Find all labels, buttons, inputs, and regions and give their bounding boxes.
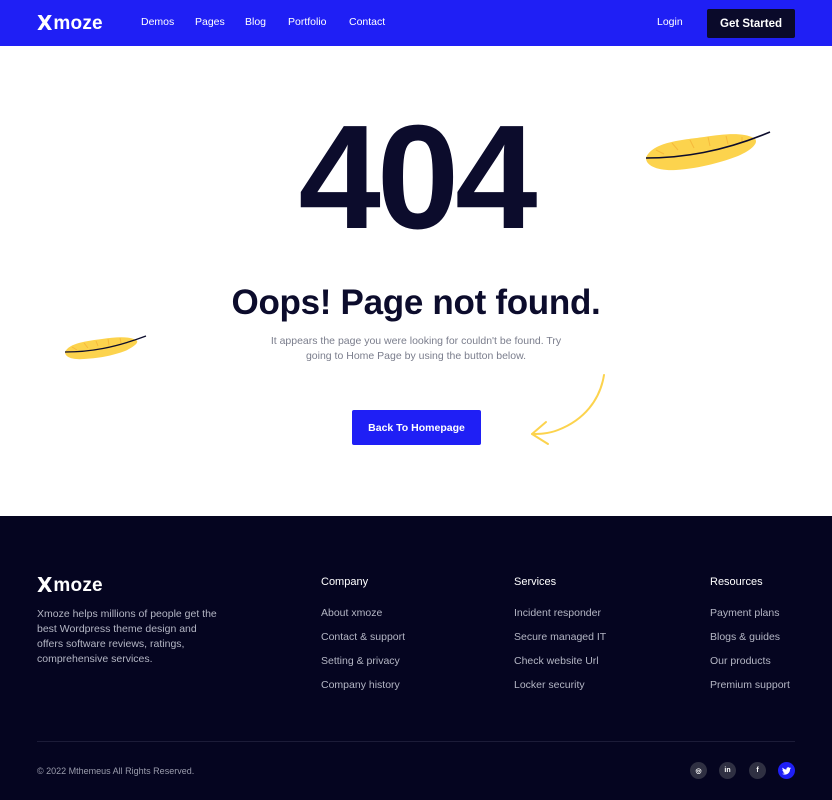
footer-column-company: Company About xmoze Contact & support Se… [321, 576, 405, 703]
nav-item-pages[interactable]: Pages [195, 16, 225, 28]
nav-item-portfolio[interactable]: Portfolio [288, 16, 327, 28]
twitter-bird-icon [782, 766, 791, 775]
logo-mark: X [37, 573, 53, 597]
footer-divider [37, 741, 795, 742]
footer-link[interactable]: Locker security [514, 679, 606, 703]
footer-logo[interactable]: X moze [37, 573, 103, 597]
footer-link[interactable]: Premium support [710, 679, 790, 703]
footer-link[interactable]: Incident responder [514, 607, 606, 631]
footer-link[interactable]: Check website Url [514, 655, 606, 679]
nav-item-blog[interactable]: Blog [245, 16, 266, 28]
curved-arrow-icon [531, 374, 605, 445]
footer-link[interactable]: Payment plans [710, 607, 790, 631]
footer-link[interactable]: Blogs & guides [710, 631, 790, 655]
footer-column-title: Resources [710, 576, 763, 588]
linkedin-icon[interactable]: in [719, 762, 736, 779]
facebook-icon[interactable]: f [749, 762, 766, 779]
footer-description: Xmoze helps millions of people get the b… [37, 608, 217, 665]
login-link[interactable]: Login [657, 16, 683, 28]
footer-column-title: Company [321, 576, 369, 588]
logo-text: moze [53, 12, 103, 34]
svg-text:404: 404 [299, 100, 538, 250]
footer-link[interactable]: Our products [710, 655, 790, 679]
logo-text: moze [53, 574, 103, 596]
twitter-icon[interactable] [778, 762, 795, 779]
footer-link[interactable]: Secure managed IT [514, 631, 606, 655]
feather-icon [645, 131, 771, 171]
footer-column-services: Services Incident responder Secure manag… [514, 576, 606, 703]
feather-icon [64, 335, 147, 360]
get-started-button[interactable]: Get Started [707, 9, 795, 38]
footer-link[interactable]: Company history [321, 679, 405, 703]
error-description: It appears the page you were looking for… [270, 335, 562, 362]
footer-column-resources: Resources Payment plans Blogs & guides O… [710, 576, 790, 703]
footer-link[interactable]: Setting & privacy [321, 655, 405, 679]
brand-logo[interactable]: X moze [37, 11, 103, 35]
footer-column-title: Services [514, 576, 557, 588]
footer-link[interactable]: About xmoze [321, 607, 405, 631]
nav-item-contact[interactable]: Contact [349, 16, 385, 28]
page-title: Oops! Page not found. [231, 283, 601, 322]
back-to-homepage-button[interactable]: Back To Homepage [352, 410, 481, 445]
nav-item-demos[interactable]: Demos [141, 16, 174, 28]
logo-mark: X [37, 11, 53, 35]
copyright-text: © 2022 Mthemeus All Rights Reserved. [37, 766, 195, 776]
instagram-icon[interactable]: ◎ [690, 762, 707, 779]
site-footer: X moze Xmoze helps millions of people ge… [0, 516, 832, 800]
footer-link[interactable]: Contact & support [321, 631, 405, 655]
top-navbar: X moze Demos Pages Blog Portfolio Contac… [0, 0, 832, 46]
error-code-404: 404 [299, 100, 542, 250]
